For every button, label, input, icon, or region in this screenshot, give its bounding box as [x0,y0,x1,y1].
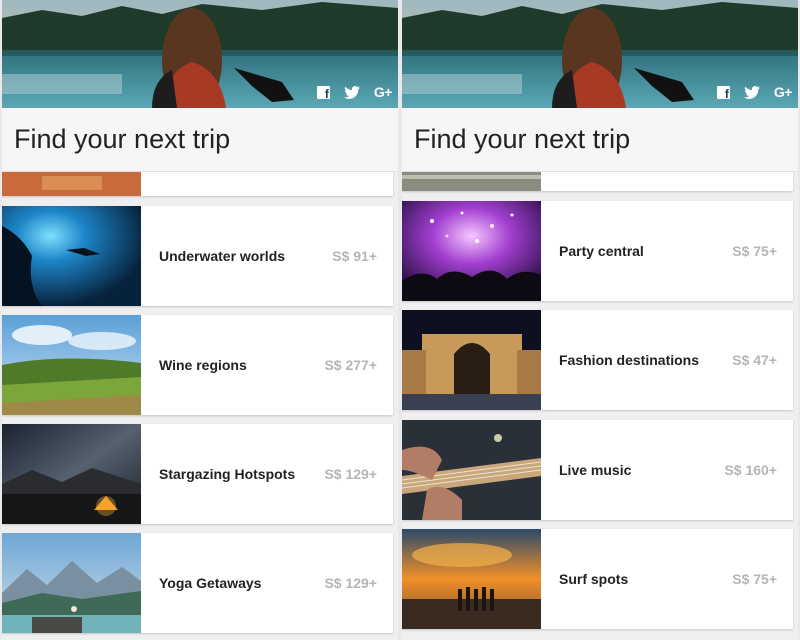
trip-price: S$ 129+ [324,575,377,591]
google-plus-icon[interactable]: G+ [374,84,393,100]
list-item-fashion-destinations[interactable]: Fashion destinations S$ 47+ [402,310,793,410]
trip-name: Live music [559,462,632,478]
list-item-yoga-getaways[interactable]: Yoga Getaways S$ 129+ [2,533,393,633]
twitter-icon[interactable] [743,85,760,99]
trip-price: S$ 160+ [724,462,777,478]
list-item-stargazing-hotspots[interactable]: Stargazing Hotspots S$ 129+ [2,424,393,524]
trip-price: S$ 129+ [324,466,377,482]
fashion-thumbnail [402,310,541,410]
hero-banner: G+ [402,0,798,108]
music-thumbnail [402,420,541,520]
trip-name: Stargazing Hotspots [159,466,296,482]
trip-price: S$ 91+ [332,248,377,264]
wine-thumbnail [2,315,141,415]
title-bar: Find your next trip [402,108,798,172]
page-title: Find your next trip [414,124,631,154]
twitter-icon[interactable] [343,85,360,99]
screen-left: G+ Find your next trip Underwater worlds… [2,0,398,640]
trip-thumbnail [2,172,141,196]
surf-thumbnail [402,529,541,629]
trip-name: Underwater worlds [159,248,286,264]
yoga-thumbnail [2,533,141,633]
trip-name: Surf spots [559,571,629,587]
list-item-party-central[interactable]: Party central S$ 75+ [402,201,793,301]
trip-list[interactable]: Party central S$ 75+ Fashion destination… [402,172,798,640]
trip-thumbnail [402,172,541,191]
social-links: G+ [716,84,793,101]
trip-name: Wine regions [159,357,247,373]
trip-name: Fashion destinations [559,352,700,368]
google-plus-icon[interactable]: G+ [774,84,793,100]
facebook-icon[interactable] [316,85,330,101]
list-item-live-music[interactable]: Live music S$ 160+ [402,420,793,520]
list-item-surf-spots[interactable]: Surf spots S$ 75+ [402,529,793,629]
trip-price: S$ 47+ [732,352,777,368]
trip-name: Yoga Getaways [159,575,262,591]
hero-banner: G+ [2,0,398,108]
title-bar: Find your next trip [2,108,398,172]
social-links: G+ [316,84,393,101]
trip-list[interactable]: Underwater worlds S$ 91+ Wine regions S$… [2,172,398,640]
page-title: Find your next trip [14,124,231,154]
list-item-partial[interactable] [402,172,793,191]
screen-right: G+ Find your next trip Party centr [402,0,798,640]
facebook-icon[interactable] [716,85,730,101]
trip-name: Party central [559,243,644,259]
list-item-partial[interactable] [2,172,393,196]
stargazing-thumbnail [2,424,141,524]
trip-price: S$ 277+ [324,357,377,373]
list-item-underwater-worlds[interactable]: Underwater worlds S$ 91+ [2,206,393,306]
underwater-thumbnail [2,206,141,306]
trip-price: S$ 75+ [732,571,777,587]
trip-price: S$ 75+ [732,243,777,259]
party-thumbnail [402,201,541,301]
list-item-wine-regions[interactable]: Wine regions S$ 277+ [2,315,393,415]
